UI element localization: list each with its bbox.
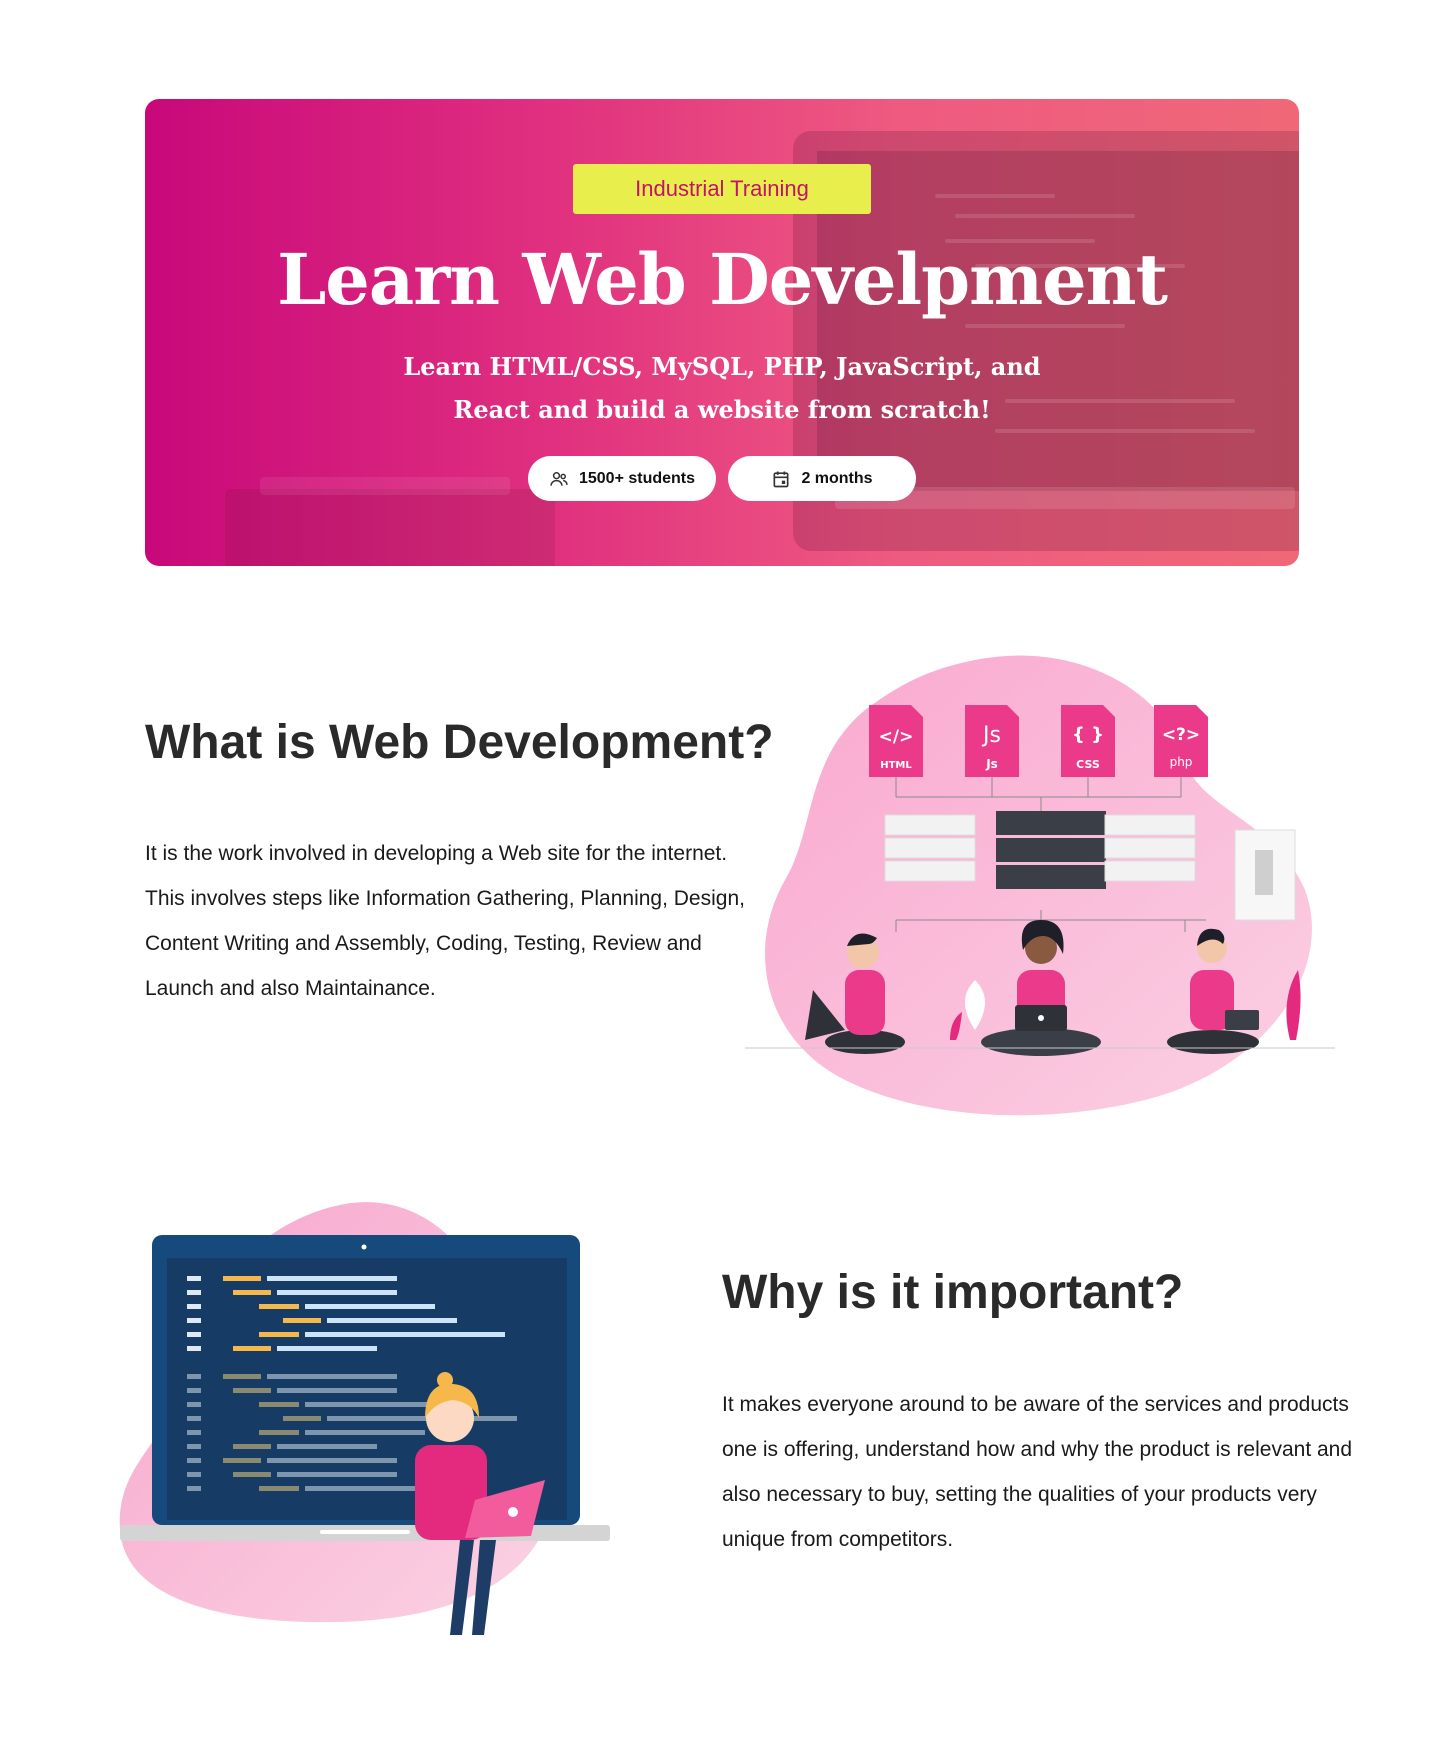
coder-laptop-illustration [119, 1202, 610, 1635]
students-count: 1500+ students [578, 469, 696, 487]
hero-bg-books [225, 489, 555, 566]
hero-bg-code-line [955, 214, 1135, 218]
hero-subtitle-line: React and build a website from scratch! [453, 395, 991, 424]
css-file-glyph: { } [1072, 724, 1104, 745]
duration-pill: 2 months [728, 456, 916, 501]
what-heading: What is Web Development? [145, 716, 774, 769]
hero-banner: Industrial Training Learn Web Develpment… [145, 99, 1299, 566]
users-icon [550, 471, 568, 486]
duration-text: 2 months [801, 469, 873, 487]
why-heading: Why is it important? [722, 1266, 1184, 1319]
web-team-illustration: </> HTML Js Js { } CSS <?> php [745, 655, 1335, 1116]
php-file-glyph: <?> [1162, 725, 1200, 745]
calendar-icon [773, 471, 789, 487]
why-body: It makes everyone around to be aware of … [722, 1393, 1353, 1551]
hero-subtitle-line: Learn HTML/CSS, MySQL, PHP, JavaScript, … [403, 352, 1041, 381]
hero-subtitle: Learn HTML/CSS, MySQL, PHP, JavaScript, … [145, 345, 1299, 431]
js-file-caption: Js [985, 757, 998, 771]
php-file-caption: php [1170, 755, 1193, 769]
css-file-caption: CSS [1076, 758, 1100, 771]
html-file-glyph: </> [879, 727, 914, 747]
hero-title: Learn Web Develpment [277, 238, 1168, 321]
what-body: It is the work involved in developing a … [145, 842, 745, 1000]
students-pill: 1500+ students [528, 456, 716, 501]
hero-bg-books-top [260, 477, 510, 495]
training-badge: Industrial Training [573, 164, 871, 214]
js-file-glyph: Js [981, 723, 1001, 748]
html-file-caption: HTML [880, 760, 912, 771]
hero-bg-screen [817, 151, 1299, 491]
hero-bg-code-line [935, 194, 1055, 198]
hero-bg-code-line [965, 324, 1125, 328]
